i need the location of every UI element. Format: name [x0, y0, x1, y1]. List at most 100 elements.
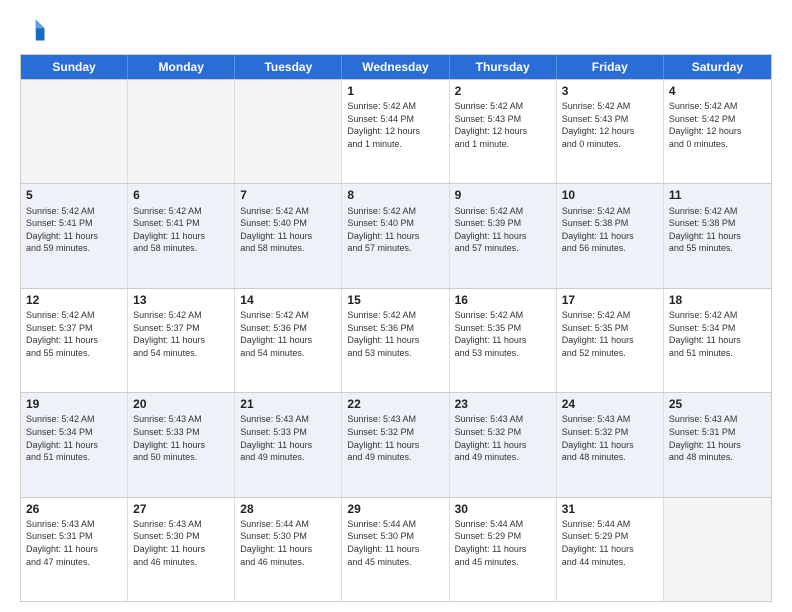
calendar-day-23: 23Sunrise: 5:43 AMSunset: 5:32 PMDayligh…: [450, 393, 557, 496]
calendar-day-22: 22Sunrise: 5:43 AMSunset: 5:32 PMDayligh…: [342, 393, 449, 496]
calendar-day-26: 26Sunrise: 5:43 AMSunset: 5:31 PMDayligh…: [21, 498, 128, 601]
header-day-wednesday: Wednesday: [342, 55, 449, 79]
calendar-day-21: 21Sunrise: 5:43 AMSunset: 5:33 PMDayligh…: [235, 393, 342, 496]
calendar-day-13: 13Sunrise: 5:42 AMSunset: 5:37 PMDayligh…: [128, 289, 235, 392]
day-number: 25: [669, 396, 766, 412]
day-info: Sunrise: 5:44 AMSunset: 5:29 PMDaylight:…: [455, 518, 551, 568]
day-number: 24: [562, 396, 658, 412]
day-info: Sunrise: 5:43 AMSunset: 5:32 PMDaylight:…: [347, 413, 443, 463]
calendar-day-1: 1Sunrise: 5:42 AMSunset: 5:44 PMDaylight…: [342, 80, 449, 183]
day-number: 19: [26, 396, 122, 412]
day-number: 11: [669, 187, 766, 203]
day-info: Sunrise: 5:43 AMSunset: 5:30 PMDaylight:…: [133, 518, 229, 568]
day-info: Sunrise: 5:44 AMSunset: 5:29 PMDaylight:…: [562, 518, 658, 568]
calendar-empty-cell: [21, 80, 128, 183]
calendar-day-8: 8Sunrise: 5:42 AMSunset: 5:40 PMDaylight…: [342, 184, 449, 287]
calendar-day-16: 16Sunrise: 5:42 AMSunset: 5:35 PMDayligh…: [450, 289, 557, 392]
calendar-day-3: 3Sunrise: 5:42 AMSunset: 5:43 PMDaylight…: [557, 80, 664, 183]
day-number: 30: [455, 501, 551, 517]
calendar-day-19: 19Sunrise: 5:42 AMSunset: 5:34 PMDayligh…: [21, 393, 128, 496]
day-number: 15: [347, 292, 443, 308]
calendar-day-25: 25Sunrise: 5:43 AMSunset: 5:31 PMDayligh…: [664, 393, 771, 496]
day-number: 21: [240, 396, 336, 412]
day-number: 17: [562, 292, 658, 308]
calendar-day-15: 15Sunrise: 5:42 AMSunset: 5:36 PMDayligh…: [342, 289, 449, 392]
day-number: 5: [26, 187, 122, 203]
day-number: 12: [26, 292, 122, 308]
day-info: Sunrise: 5:42 AMSunset: 5:42 PMDaylight:…: [669, 100, 766, 150]
day-info: Sunrise: 5:42 AMSunset: 5:43 PMDaylight:…: [562, 100, 658, 150]
calendar-day-11: 11 Sunrise: 5:42 AMSunset: 5:38 PMDayligh…: [664, 184, 771, 287]
day-number: 29: [347, 501, 443, 517]
calendar: SundayMondayTuesdayWednesdayThursdayFrid…: [20, 54, 772, 602]
day-info: Sunrise: 5:42 AMSunset: 5:39 PMDaylight:…: [455, 205, 551, 255]
day-info: Sunrise: 5:43 AMSunset: 5:33 PMDaylight:…: [133, 413, 229, 463]
day-number: 10: [562, 187, 658, 203]
day-info: Sunrise: 5:42 AMSunset: 5:40 PMDaylight:…: [240, 205, 336, 255]
day-number: 2: [455, 83, 551, 99]
day-info: Sunrise: 5:42 AMSunset: 5:41 PMDaylight:…: [133, 205, 229, 255]
header-day-tuesday: Tuesday: [235, 55, 342, 79]
calendar-body: 1Sunrise: 5:42 AMSunset: 5:44 PMDaylight…: [21, 79, 771, 601]
calendar-header: SundayMondayTuesdayWednesdayThursdayFrid…: [21, 55, 771, 79]
calendar-week-1: 1Sunrise: 5:42 AMSunset: 5:44 PMDaylight…: [21, 79, 771, 183]
header-day-saturday: Saturday: [664, 55, 771, 79]
calendar-day-2: 2Sunrise: 5:42 AMSunset: 5:43 PMDaylight…: [450, 80, 557, 183]
logo-icon: [20, 16, 48, 44]
day-number: 4: [669, 83, 766, 99]
day-info: Sunrise: 5:42 AMSunset: 5:36 PMDaylight:…: [240, 309, 336, 359]
day-number: 7: [240, 187, 336, 203]
calendar-week-2: 5 Sunrise: 5:42 AMSunset: 5:41 PMDaylight…: [21, 183, 771, 287]
day-number: 1: [347, 83, 443, 99]
calendar-day-24: 24Sunrise: 5:43 AMSunset: 5:32 PMDayligh…: [557, 393, 664, 496]
day-info: Sunrise: 5:42 AMSunset: 5:37 PMDaylight:…: [133, 309, 229, 359]
day-number: 23: [455, 396, 551, 412]
day-info: Sunrise: 5:42 AMSunset: 5:38 PMDaylight:…: [669, 205, 766, 255]
page: SundayMondayTuesdayWednesdayThursdayFrid…: [0, 0, 792, 612]
header-day-thursday: Thursday: [450, 55, 557, 79]
calendar-day-10: 10 Sunrise: 5:42 AMSunset: 5:38 PMDayligh…: [557, 184, 664, 287]
logo: [20, 16, 52, 44]
calendar-day-27: 27Sunrise: 5:43 AMSunset: 5:30 PMDayligh…: [128, 498, 235, 601]
day-number: 31: [562, 501, 658, 517]
day-info: Sunrise: 5:43 AMSunset: 5:31 PMDaylight:…: [669, 413, 766, 463]
calendar-day-12: 12Sunrise: 5:42 AMSunset: 5:37 PMDayligh…: [21, 289, 128, 392]
day-info: Sunrise: 5:44 AMSunset: 5:30 PMDaylight:…: [347, 518, 443, 568]
day-info: Sunrise: 5:42 AMSunset: 5:43 PMDaylight:…: [455, 100, 551, 150]
day-info: Sunrise: 5:42 AMSunset: 5:38 PMDaylight:…: [562, 205, 658, 255]
calendar-day-31: 31Sunrise: 5:44 AMSunset: 5:29 PMDayligh…: [557, 498, 664, 601]
day-info: Sunrise: 5:43 AMSunset: 5:32 PMDaylight:…: [562, 413, 658, 463]
day-info: Sunrise: 5:42 AMSunset: 5:44 PMDaylight:…: [347, 100, 443, 150]
day-info: Sunrise: 5:42 AMSunset: 5:34 PMDaylight:…: [669, 309, 766, 359]
calendar-day-14: 14Sunrise: 5:42 AMSunset: 5:36 PMDayligh…: [235, 289, 342, 392]
calendar-day-18: 18Sunrise: 5:42 AMSunset: 5:34 PMDayligh…: [664, 289, 771, 392]
day-info: Sunrise: 5:43 AMSunset: 5:32 PMDaylight:…: [455, 413, 551, 463]
header-day-friday: Friday: [557, 55, 664, 79]
calendar-day-28: 28Sunrise: 5:44 AMSunset: 5:30 PMDayligh…: [235, 498, 342, 601]
calendar-empty-cell: [128, 80, 235, 183]
day-info: Sunrise: 5:42 AMSunset: 5:34 PMDaylight:…: [26, 413, 122, 463]
day-number: 27: [133, 501, 229, 517]
calendar-day-17: 17Sunrise: 5:42 AMSunset: 5:35 PMDayligh…: [557, 289, 664, 392]
day-info: Sunrise: 5:44 AMSunset: 5:30 PMDaylight:…: [240, 518, 336, 568]
calendar-week-5: 26Sunrise: 5:43 AMSunset: 5:31 PMDayligh…: [21, 497, 771, 601]
day-info: Sunrise: 5:43 AMSunset: 5:33 PMDaylight:…: [240, 413, 336, 463]
day-number: 3: [562, 83, 658, 99]
calendar-empty-cell: [235, 80, 342, 183]
header-day-sunday: Sunday: [21, 55, 128, 79]
day-number: 16: [455, 292, 551, 308]
calendar-day-29: 29Sunrise: 5:44 AMSunset: 5:30 PMDayligh…: [342, 498, 449, 601]
calendar-day-20: 20Sunrise: 5:43 AMSunset: 5:33 PMDayligh…: [128, 393, 235, 496]
day-info: Sunrise: 5:42 AMSunset: 5:41 PMDaylight:…: [26, 205, 122, 255]
calendar-week-3: 12Sunrise: 5:42 AMSunset: 5:37 PMDayligh…: [21, 288, 771, 392]
calendar-day-5: 5 Sunrise: 5:42 AMSunset: 5:41 PMDaylight…: [21, 184, 128, 287]
calendar-week-4: 19Sunrise: 5:42 AMSunset: 5:34 PMDayligh…: [21, 392, 771, 496]
day-number: 13: [133, 292, 229, 308]
day-info: Sunrise: 5:42 AMSunset: 5:36 PMDaylight:…: [347, 309, 443, 359]
calendar-empty-cell: [664, 498, 771, 601]
day-info: Sunrise: 5:42 AMSunset: 5:37 PMDaylight:…: [26, 309, 122, 359]
day-number: 18: [669, 292, 766, 308]
day-number: 28: [240, 501, 336, 517]
day-number: 26: [26, 501, 122, 517]
day-info: Sunrise: 5:42 AMSunset: 5:40 PMDaylight:…: [347, 205, 443, 255]
